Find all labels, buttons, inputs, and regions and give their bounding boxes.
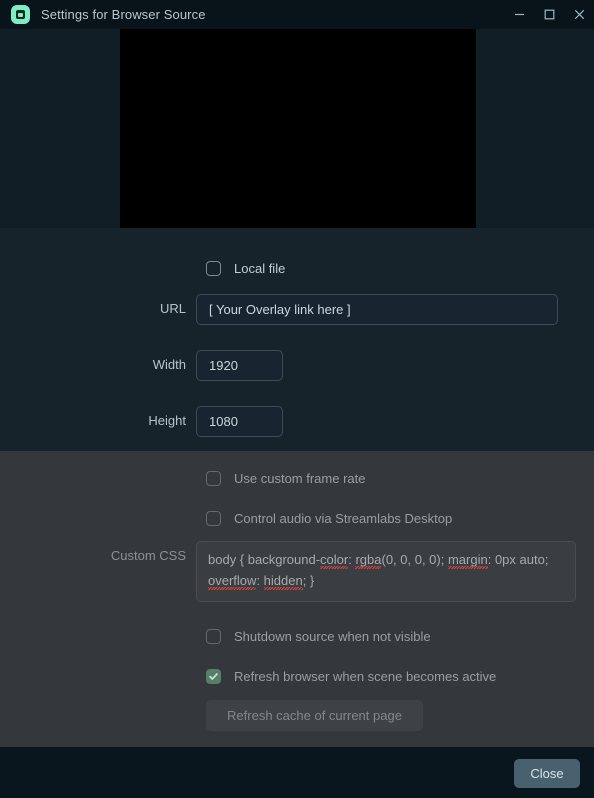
checkbox-icon[interactable] xyxy=(206,261,221,276)
shutdown-source-checkbox-row[interactable]: Shutdown source when not visible xyxy=(206,629,431,644)
browser-source-preview xyxy=(0,29,594,228)
refresh-browser-label: Refresh browser when scene becomes activ… xyxy=(234,669,497,684)
close-button[interactable]: Close xyxy=(514,759,580,788)
checkbox-checked-icon[interactable] xyxy=(206,669,221,684)
custom-css-label: Custom CSS xyxy=(110,548,186,563)
width-field-row: Width 1920 xyxy=(0,350,283,381)
dialog-footer xyxy=(0,747,594,798)
shutdown-source-label: Shutdown source when not visible xyxy=(234,629,431,644)
control-audio-label: Control audio via Streamlabs Desktop xyxy=(234,511,453,526)
preview-canvas xyxy=(120,29,476,228)
settings-dialog: Settings for Browser Source Local file U… xyxy=(0,0,594,798)
checkbox-icon[interactable] xyxy=(206,629,221,644)
maximize-icon[interactable] xyxy=(534,0,564,29)
streamlabs-icon-glyph xyxy=(16,10,25,19)
streamlabs-icon xyxy=(11,5,30,24)
checkbox-icon[interactable] xyxy=(206,471,221,486)
window-controls xyxy=(504,0,594,29)
source-settings-section: Local file URL [ Your Overlay link here … xyxy=(0,228,594,451)
width-input[interactable]: 1920 xyxy=(196,350,283,381)
use-custom-frame-rate-label: Use custom frame rate xyxy=(234,471,366,486)
use-custom-frame-rate-checkbox-row[interactable]: Use custom frame rate xyxy=(206,471,366,486)
control-audio-checkbox-row[interactable]: Control audio via Streamlabs Desktop xyxy=(206,511,452,526)
close-icon[interactable] xyxy=(564,0,594,29)
refresh-cache-button[interactable]: Refresh cache of current page xyxy=(206,700,423,731)
title-bar: Settings for Browser Source xyxy=(0,0,594,29)
width-label: Width xyxy=(152,357,186,372)
refresh-browser-checkbox-row[interactable]: Refresh browser when scene becomes activ… xyxy=(206,669,496,684)
height-input[interactable]: 1080 xyxy=(196,406,283,437)
minimize-icon[interactable] xyxy=(504,0,534,29)
height-field-row: Height 1080 xyxy=(0,406,283,437)
url-input[interactable]: [ Your Overlay link here ] xyxy=(196,294,558,325)
window-title: Settings for Browser Source xyxy=(41,7,206,22)
local-file-checkbox-row[interactable]: Local file xyxy=(206,261,285,276)
url-label: URL xyxy=(159,301,186,316)
url-field-row: URL [ Your Overlay link here ] xyxy=(0,294,558,325)
checkbox-icon[interactable] xyxy=(206,511,221,526)
custom-css-textarea[interactable]: body { background-color: rgba(0, 0, 0, 0… xyxy=(196,541,576,602)
custom-css-row: Custom CSS body { background-color: rgba… xyxy=(0,541,576,602)
height-label: Height xyxy=(148,413,186,428)
local-file-label: Local file xyxy=(234,261,286,276)
